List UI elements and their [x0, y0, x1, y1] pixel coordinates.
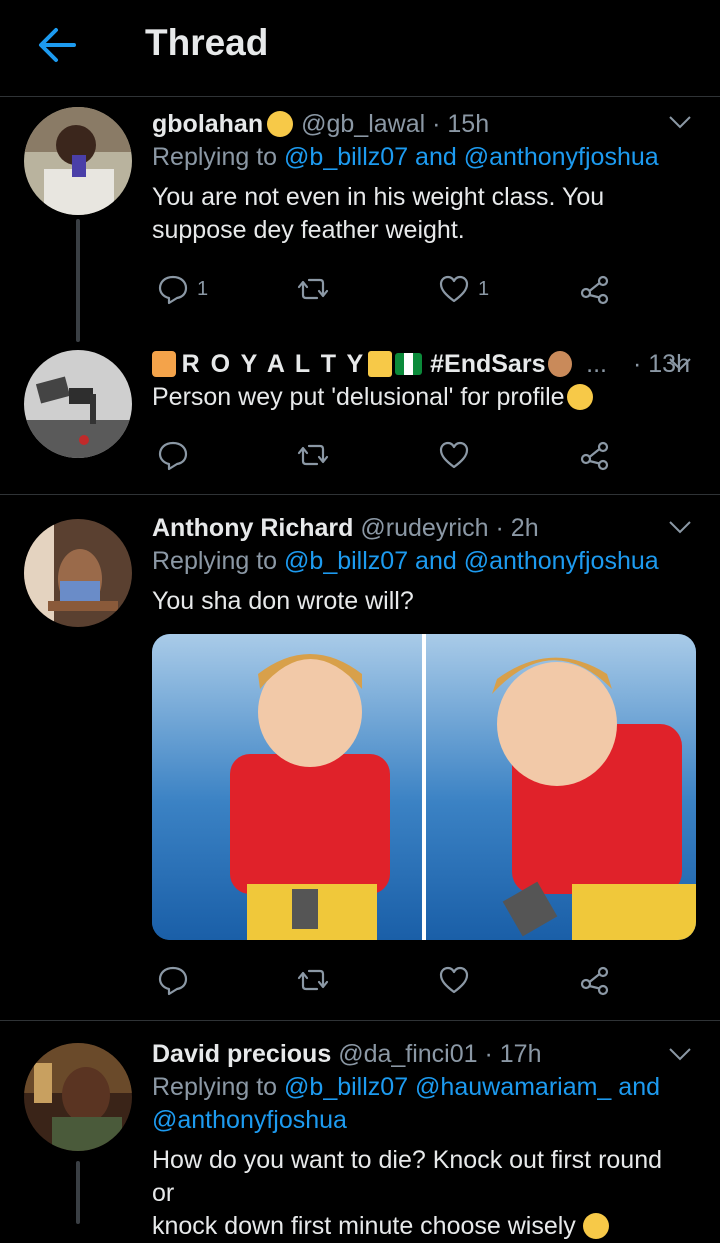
- retweet-button[interactable]: [297, 435, 329, 475]
- mention-link[interactable]: @anthonyfjoshua: [464, 547, 659, 575]
- retweet-icon: [297, 969, 329, 991]
- replying-to: Replying to @b_billz07 and @anthonyfjosh…: [152, 143, 659, 171]
- tweet-david-precious[interactable]: David precious @da_finci01 · 17h Replyin…: [0, 1021, 720, 1240]
- mention-link[interactable]: @b_billz07: [284, 1073, 408, 1101]
- tweet-time: · 15h: [432, 110, 490, 138]
- reply-icon: [158, 275, 188, 305]
- thread-line: [76, 1161, 80, 1224]
- top-bar: Thread: [0, 0, 720, 97]
- retweet-icon: [297, 278, 329, 300]
- page-title: Thread: [145, 22, 269, 63]
- author-handle[interactable]: @da_finci01: [338, 1040, 477, 1068]
- replying-to: Replying to @b_billz07 and @anthonyfjosh…: [152, 547, 659, 575]
- like-button[interactable]: [438, 960, 470, 1000]
- thread-line: [76, 219, 80, 342]
- chevron-down-icon[interactable]: [668, 520, 692, 534]
- share-button[interactable]: [579, 269, 611, 309]
- chevron-down-icon[interactable]: [668, 115, 692, 129]
- mention-link[interactable]: @b_billz07: [284, 547, 408, 575]
- reply-count: 1: [197, 277, 209, 300]
- reply-button[interactable]: 1: [157, 269, 208, 309]
- author-handle[interactable]: @gb_lawal: [301, 110, 425, 138]
- pleading-emoji-icon: [566, 384, 593, 410]
- flex-emoji-icon: [152, 351, 176, 377]
- tweet-actions: [152, 960, 632, 1000]
- like-icon: [439, 441, 469, 469]
- chevron-down-icon[interactable]: [668, 357, 692, 371]
- avatar[interactable]: [24, 519, 132, 627]
- shush-emoji-icon: [267, 111, 294, 137]
- tweet-image[interactable]: [152, 634, 696, 940]
- retweet-button[interactable]: [297, 960, 329, 1000]
- mention-link[interactable]: @b_billz07: [284, 143, 408, 171]
- reply-icon: [158, 441, 188, 471]
- hashtag[interactable]: #EndSars: [430, 347, 545, 381]
- laughing-emoji-icon: [582, 1213, 609, 1239]
- share-button[interactable]: [579, 960, 611, 1000]
- back-arrow-icon[interactable]: [34, 22, 80, 68]
- fist-emoji-icon: [548, 351, 573, 377]
- crown-emoji-icon: [368, 351, 392, 377]
- avatar[interactable]: [24, 107, 132, 215]
- tweet-text: Person wey put 'delusional' for profile: [152, 381, 690, 414]
- reply-button[interactable]: [157, 960, 189, 1000]
- like-button[interactable]: 1: [438, 269, 489, 309]
- share-icon: [580, 966, 609, 996]
- author-name[interactable]: R O Y A L T Y: [182, 347, 365, 381]
- avatar[interactable]: [24, 350, 132, 458]
- tweet-text: You sha don wrote will?: [152, 587, 414, 615]
- name-overflow: ...: [586, 350, 607, 378]
- tweet-time: · 17h: [484, 1040, 542, 1068]
- retweet-icon: [297, 444, 329, 466]
- retweet-button[interactable]: [297, 269, 329, 309]
- tweet-actions: 1 1: [152, 269, 632, 309]
- avatar[interactable]: [24, 1043, 132, 1151]
- like-icon: [439, 275, 469, 303]
- nigeria-flag-icon: [394, 353, 423, 375]
- author-handle[interactable]: @rudeyrich: [360, 514, 488, 542]
- like-button[interactable]: [438, 435, 470, 475]
- replying-to: Replying to @b_billz07 @hauwamariam_ and…: [152, 1073, 661, 1134]
- author-name[interactable]: David precious: [152, 1040, 331, 1068]
- tweet-actions: [152, 435, 632, 475]
- tweet-time: · 2h: [495, 514, 539, 542]
- like-icon: [439, 966, 469, 994]
- mention-link[interactable]: @anthonyfjoshua: [464, 143, 659, 171]
- share-icon: [580, 275, 609, 305]
- author-name[interactable]: gbolahan: [152, 110, 263, 138]
- reply-icon: [158, 966, 188, 996]
- tweet-text: You are not even in his weight class. Yo…: [152, 183, 605, 244]
- author-name[interactable]: Anthony Richard: [152, 514, 353, 542]
- share-button[interactable]: [579, 435, 611, 475]
- share-icon: [580, 441, 609, 471]
- mention-link[interactable]: @hauwamariam_: [415, 1073, 611, 1101]
- tweet-royalty[interactable]: R O Y A L T Y #EndSars ... · 13h Person …: [0, 347, 720, 493]
- tweet-text: How do you want to die? Knock out first …: [152, 1146, 663, 1240]
- tweet-gbolahan[interactable]: gbolahan @gb_lawal · 15h Replying to @b_b…: [0, 97, 720, 347]
- chevron-down-icon[interactable]: [668, 1047, 692, 1061]
- mention-link[interactable]: @anthonyfjoshua: [152, 1106, 347, 1134]
- like-count: 1: [478, 277, 490, 300]
- reply-button[interactable]: [157, 435, 189, 475]
